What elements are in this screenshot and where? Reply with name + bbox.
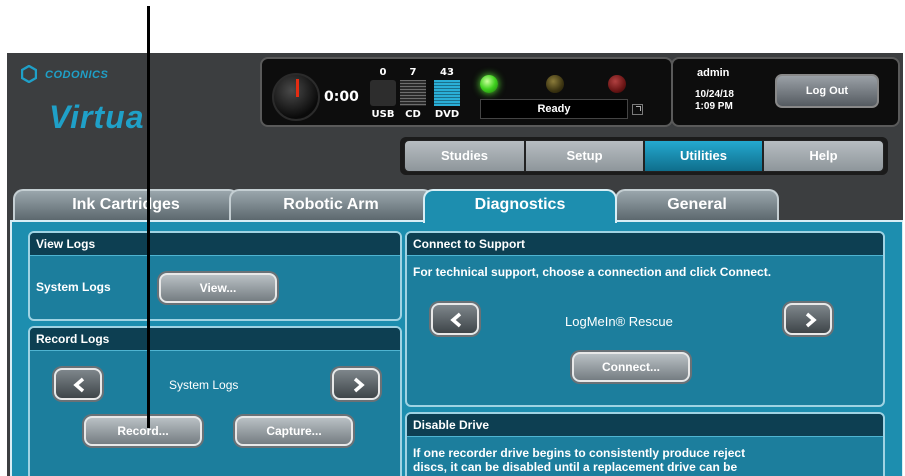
tab-ink-cartridges[interactable]: Ink Cartridges <box>13 189 239 221</box>
record-logs-panel: Record Logs System Logs Record... Captur… <box>28 326 402 476</box>
support-description: For technical support, choose a connecti… <box>413 265 772 279</box>
time-display: 1:09 PM <box>695 101 733 112</box>
connect-button[interactable]: Connect... <box>572 352 690 382</box>
dvd-label: DVD <box>434 109 460 120</box>
chevron-left-icon <box>73 377 85 393</box>
error-led-icon <box>608 75 626 93</box>
dvd-count: 43 <box>440 67 454 78</box>
product-logo-text: Virtua <box>49 99 145 135</box>
codonics-logo-icon <box>21 65 37 83</box>
tab-general[interactable]: General <box>615 189 779 221</box>
disable-drive-description-line1: If one recorder drive begins to consiste… <box>413 446 746 460</box>
connect-support-panel: Connect to Support For technical support… <box>405 231 885 407</box>
cd-label: CD <box>405 109 421 120</box>
expand-icon[interactable] <box>632 104 643 115</box>
chevron-right-icon <box>353 377 365 393</box>
usb-icon <box>370 80 396 106</box>
support-prev-button[interactable] <box>431 303 479 335</box>
diagnostics-content: View Logs System Logs View... Record Log… <box>10 220 903 476</box>
nav-setup[interactable]: Setup <box>525 140 644 172</box>
cd-level-bar <box>400 80 426 106</box>
system-logs-label: System Logs <box>36 280 111 294</box>
chevron-right-icon <box>805 312 817 328</box>
view-logs-title: View Logs <box>30 233 400 256</box>
username: admin <box>697 67 730 79</box>
connect-support-title: Connect to Support <box>407 233 883 256</box>
tab-strip: Ink Cartridges Robotic Arm Diagnostics G… <box>7 189 903 223</box>
app-window: CODONICS Virtua 0:00 0 USB 7 CD 43 DVD R… <box>7 53 903 476</box>
tab-diagnostics[interactable]: Diagnostics <box>423 189 617 223</box>
main-nav: Studies Setup Utilities Help <box>400 137 888 175</box>
record-button[interactable]: Record... <box>84 416 202 446</box>
ready-led-icon <box>480 75 498 93</box>
disable-drive-title: Disable Drive <box>407 414 883 437</box>
capture-button[interactable]: Capture... <box>235 416 353 446</box>
usb-meter: 0 USB <box>370 67 396 120</box>
callout-line <box>147 6 150 428</box>
dvd-meter: 43 DVD <box>434 67 460 120</box>
record-logs-selection: System Logs <box>169 378 239 392</box>
status-panel: 0:00 0 USB 7 CD 43 DVD Ready <box>260 57 673 127</box>
cd-count: 7 <box>409 67 417 78</box>
disable-drive-panel: Disable Drive If one recorder drive begi… <box>405 412 885 476</box>
logout-button[interactable]: Log Out <box>775 74 879 108</box>
disable-drive-description-line2: discs, it can be disabled until a replac… <box>413 460 738 474</box>
progress-dial <box>272 73 320 121</box>
nav-utilities[interactable]: Utilities <box>644 140 763 172</box>
warning-led-icon <box>546 75 564 93</box>
record-logs-next-button[interactable] <box>332 368 380 400</box>
nav-help[interactable]: Help <box>763 140 884 172</box>
support-next-button[interactable] <box>784 303 832 335</box>
chevron-left-icon <box>450 312 462 328</box>
view-logs-button[interactable]: View... <box>159 273 277 303</box>
company-logo-text: CODONICS <box>45 69 109 81</box>
timer-readout: 0:00 <box>324 89 359 105</box>
status-message: Ready <box>480 99 628 119</box>
cd-meter: 7 CD <box>400 67 426 120</box>
usb-count: 0 <box>379 67 387 78</box>
nav-studies[interactable]: Studies <box>404 140 525 172</box>
date-display: 10/24/18 <box>695 89 734 100</box>
tab-robotic-arm[interactable]: Robotic Arm <box>229 189 433 221</box>
dvd-level-bar <box>434 80 460 106</box>
usb-label: USB <box>371 109 395 120</box>
user-panel: admin 10/24/18 1:09 PM Log Out <box>671 57 900 127</box>
record-logs-prev-button[interactable] <box>54 368 102 400</box>
record-logs-title: Record Logs <box>30 328 400 351</box>
support-selection: LogMeIn® Rescue <box>565 314 673 329</box>
view-logs-panel: View Logs System Logs View... <box>28 231 402 321</box>
